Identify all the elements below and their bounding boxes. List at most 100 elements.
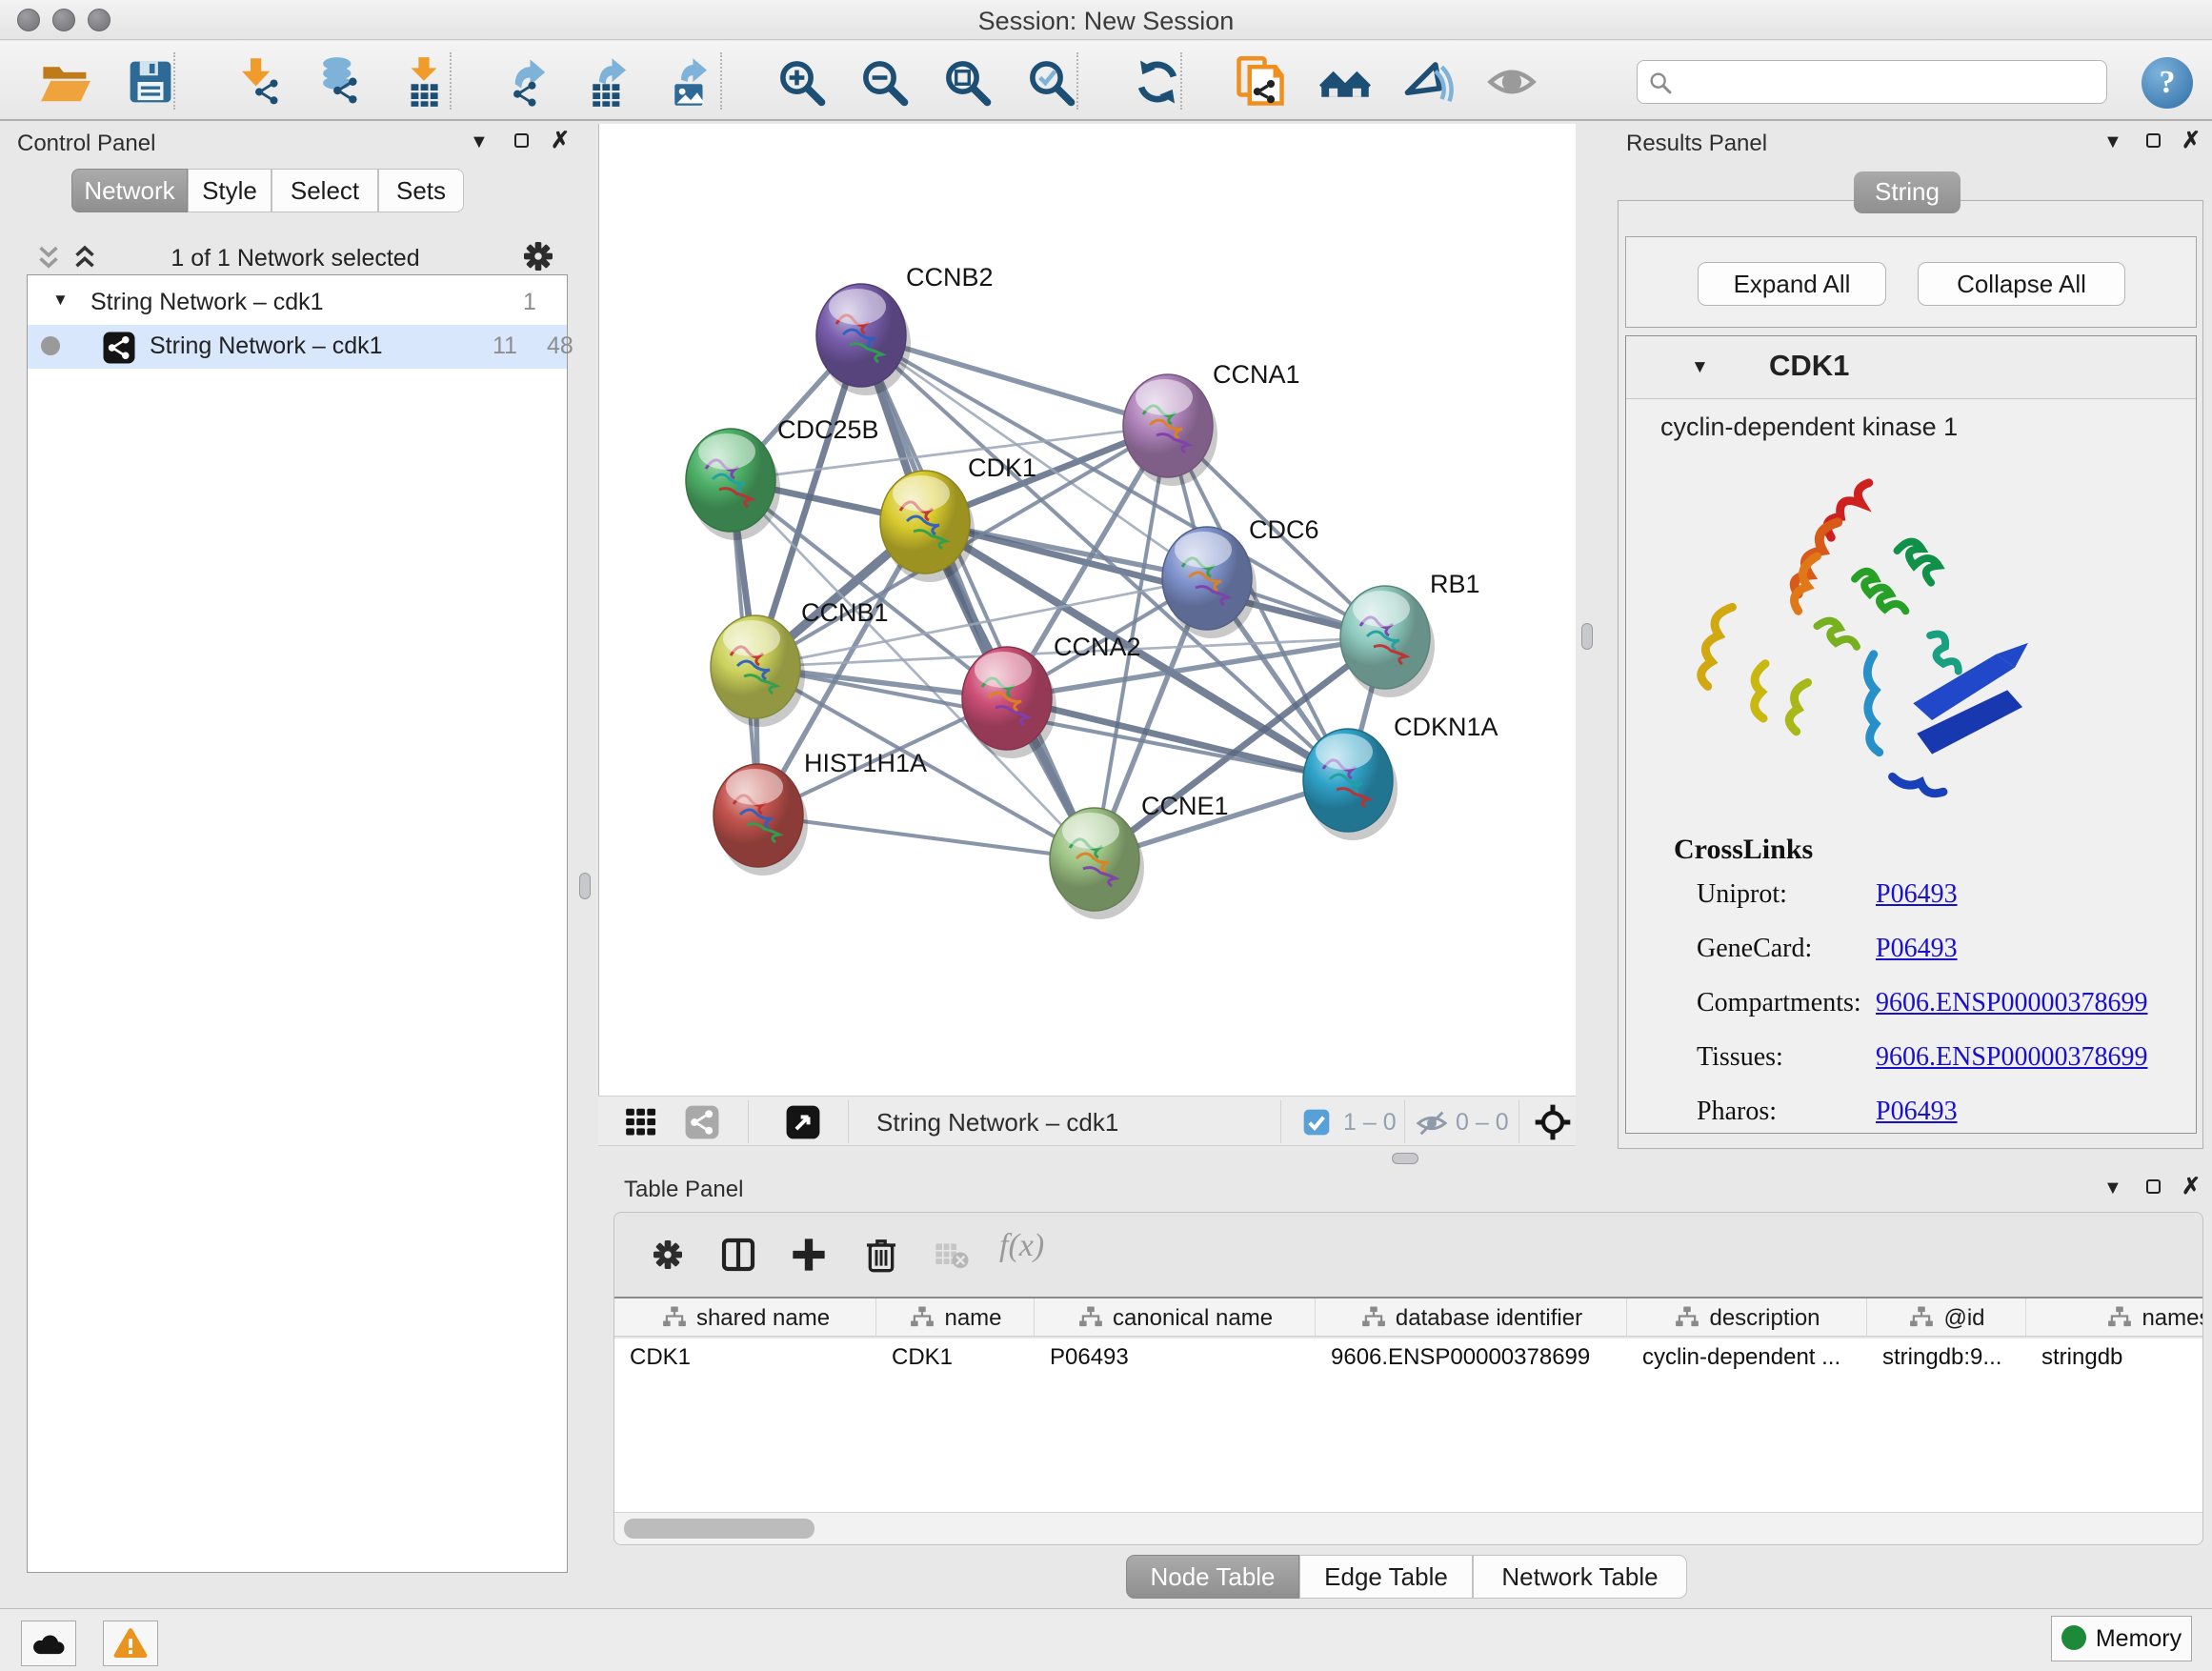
- table-horizontal-scrollbar[interactable]: [614, 1512, 2202, 1544]
- results-panel-float-icon[interactable]: [2146, 133, 2161, 152]
- table-panel-close-icon[interactable]: ✗: [2182, 1176, 2201, 1198]
- right-splitter-handle[interactable]: [1581, 623, 1593, 650]
- string-protein-query-button[interactable]: [1233, 54, 1288, 110]
- network-node-count: 11: [493, 332, 517, 360]
- show-columns-icon[interactable]: [714, 1230, 763, 1279]
- cloud-icon: [26, 1625, 71, 1661]
- table-panel-collapse-icon[interactable]: ▼: [2103, 1178, 2122, 1198]
- crosslink-pharos-link[interactable]: P06493: [1876, 1097, 1958, 1127]
- tab-edge-table[interactable]: Edge Table: [1299, 1555, 1473, 1599]
- network-node-CDC6[interactable]: CDC6: [1162, 515, 1319, 638]
- control-panel-close-icon[interactable]: ✗: [551, 130, 570, 152]
- zoom-selected-button[interactable]: [1023, 54, 1078, 110]
- help-button[interactable]: ?: [2142, 57, 2193, 109]
- hidden-eye-icon[interactable]: [1416, 1107, 1448, 1139]
- warnings-button[interactable]: [103, 1621, 158, 1666]
- table-cell[interactable]: P06493: [1050, 1344, 1314, 1377]
- crosslink-label: Compartments:: [1697, 988, 1861, 1018]
- share-network-icon[interactable]: [684, 1104, 720, 1140]
- column-header-description[interactable]: description: [1627, 1299, 1867, 1337]
- column-header-namespace[interactable]: namespace: [2026, 1299, 2202, 1337]
- column-header-canonical-name[interactable]: canonical name: [1035, 1299, 1316, 1337]
- tab-node-table[interactable]: Node Table: [1126, 1555, 1299, 1599]
- network-node-CDKN1A[interactable]: CDKN1A: [1303, 713, 1498, 840]
- network-node-CCNE1[interactable]: CCNE1: [1050, 792, 1229, 919]
- grid-view-icon[interactable]: [623, 1104, 659, 1140]
- table-cell[interactable]: CDK1: [892, 1344, 1033, 1377]
- search-input[interactable]: [1681, 63, 2091, 99]
- tab-network[interactable]: Network: [71, 169, 188, 212]
- gene-section-header[interactable]: ▼ CDK1: [1626, 336, 2196, 399]
- network-options-gear-icon[interactable]: [519, 237, 557, 275]
- zoom-out-button[interactable]: [856, 54, 912, 110]
- fit-selected-crosshair-icon[interactable]: [1534, 1103, 1572, 1141]
- column-header-database-identifier[interactable]: database identifier: [1316, 1299, 1627, 1337]
- network-canvas[interactable]: CCNB2CCNA1CDC25BCDK1CDC6RB1CCNB1CCNA2CDK…: [598, 124, 1576, 1096]
- network-row-selected[interactable]: String Network – cdk1 11 48: [28, 325, 567, 369]
- network-node-RB1[interactable]: RB1: [1340, 570, 1480, 697]
- table-cell[interactable]: stringdb:9...: [1882, 1344, 2024, 1377]
- add-column-icon[interactable]: [784, 1230, 834, 1279]
- table-panel-title: Table Panel: [624, 1177, 743, 1203]
- string-eye-button[interactable]: [1484, 54, 1539, 110]
- delete-table-icon[interactable]: [927, 1230, 976, 1279]
- column-header--id[interactable]: @id: [1867, 1299, 2026, 1337]
- import-table-from-file-button[interactable]: [396, 54, 452, 110]
- open-session-button[interactable]: [38, 54, 93, 110]
- control-panel-collapse-icon[interactable]: ▼: [470, 132, 489, 151]
- selected-checkbox-icon[interactable]: [1301, 1107, 1332, 1137]
- table-settings-gear-icon[interactable]: [643, 1230, 693, 1279]
- table-panel-float-icon[interactable]: [2146, 1179, 2161, 1198]
- scrollbar-thumb[interactable]: [624, 1519, 814, 1539]
- collection-expand-icon[interactable]: ▼: [52, 291, 69, 310]
- export-network-button[interactable]: [498, 54, 553, 110]
- results-panel-collapse-icon[interactable]: ▼: [2103, 132, 2122, 151]
- crosslink-genecard-link[interactable]: P06493: [1876, 934, 1958, 964]
- save-session-button[interactable]: [123, 54, 178, 110]
- results-panel-close-icon[interactable]: ✗: [2182, 130, 2201, 152]
- column-header-shared-name[interactable]: shared name: [614, 1299, 876, 1337]
- export-image-button[interactable]: [662, 54, 717, 110]
- horizontal-splitter-handle[interactable]: [1392, 1153, 1418, 1164]
- tab-select[interactable]: Select: [271, 169, 378, 212]
- import-network-from-database-button[interactable]: [312, 54, 367, 110]
- import-network-from-file-button[interactable]: [231, 54, 287, 110]
- column-header-name[interactable]: name: [876, 1299, 1035, 1337]
- export-table-button[interactable]: [580, 54, 635, 110]
- tab-sets[interactable]: Sets: [378, 169, 464, 212]
- collapse-all-button[interactable]: Collapse All: [1918, 262, 2125, 306]
- zoom-in-button[interactable]: [774, 54, 829, 110]
- search-box: [1637, 60, 2107, 104]
- crosslink-compartments-link[interactable]: 9606.ENSP00000378699: [1876, 988, 2147, 1018]
- string-home-button[interactable]: [1317, 54, 1373, 110]
- birdseye-view-icon[interactable]: [785, 1104, 821, 1140]
- gene-collapse-icon[interactable]: ▼: [1691, 357, 1709, 378]
- left-splitter-handle[interactable]: [579, 873, 591, 899]
- network-edge-HIST1H1A-CCNE1[interactable]: [758, 815, 1095, 859]
- table-cell[interactable]: CDK1: [630, 1344, 875, 1377]
- function-builder-icon[interactable]: f(x): [999, 1228, 1044, 1264]
- column-type-icon: [1907, 1304, 1936, 1333]
- node-label-CDK1: CDK1: [968, 453, 1036, 482]
- expand-all-button[interactable]: Expand All: [1698, 262, 1886, 306]
- tab-string[interactable]: String: [1854, 171, 1961, 213]
- crosslink-uniprot-link[interactable]: P06493: [1876, 879, 1958, 910]
- memory-button[interactable]: Memory: [2051, 1616, 2192, 1661]
- update-button[interactable]: [1130, 54, 1185, 110]
- table-cell[interactable]: 9606.ENSP00000378699: [1331, 1344, 1625, 1377]
- control-panel-float-icon[interactable]: [514, 133, 529, 152]
- tab-style[interactable]: Style: [188, 169, 271, 212]
- string-hide-glass-button[interactable]: [1401, 54, 1457, 110]
- zoom-fit-button[interactable]: [939, 54, 995, 110]
- export-image-icon: [664, 56, 715, 108]
- network-edge-CCNB2-CCNE1[interactable]: [861, 335, 1095, 859]
- cloud-status-button[interactable]: [21, 1621, 76, 1666]
- network-collection-row[interactable]: ▼ String Network – cdk1 1: [28, 281, 567, 325]
- network-node-HIST1H1A[interactable]: HIST1H1A: [714, 749, 927, 876]
- tab-network-table[interactable]: Network Table: [1473, 1555, 1687, 1599]
- delete-column-trash-icon[interactable]: [856, 1230, 906, 1279]
- table-cell[interactable]: cyclin-dependent ...: [1642, 1344, 1865, 1377]
- node-label-CDC25B: CDC25B: [777, 415, 879, 444]
- crosslink-tissues-link[interactable]: 9606.ENSP00000378699: [1876, 1042, 2147, 1073]
- table-cell[interactable]: stringdb: [2041, 1344, 2202, 1377]
